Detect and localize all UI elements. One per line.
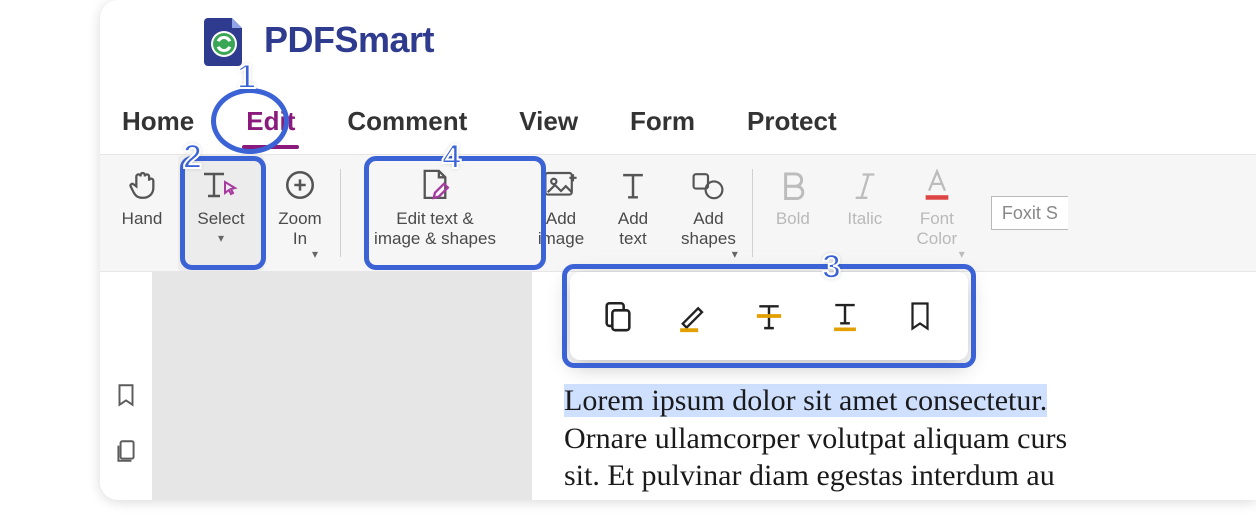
add-shapes-icon bbox=[690, 169, 726, 201]
font-color-icon bbox=[922, 168, 952, 202]
menu-comment[interactable]: Comment bbox=[343, 100, 471, 143]
chevron-down-icon: ▾ bbox=[732, 247, 738, 261]
italic-icon bbox=[851, 169, 879, 201]
callout-number-1: 1 bbox=[237, 58, 256, 97]
tool-label: Add shapes bbox=[681, 209, 736, 250]
tool-edit-text-image-shapes[interactable]: Edit text & image & shapes bbox=[345, 155, 525, 271]
select-text-icon bbox=[201, 168, 241, 202]
hand-icon bbox=[125, 168, 159, 202]
menu-view[interactable]: View bbox=[515, 100, 582, 143]
bookmark-icon[interactable] bbox=[113, 382, 139, 408]
tool-label: Zoom In bbox=[278, 209, 321, 250]
highlight-button[interactable] bbox=[666, 289, 720, 343]
tool-add-text[interactable]: Add text bbox=[597, 155, 669, 271]
tool-label: Add text bbox=[618, 209, 648, 250]
tool-font-color[interactable]: Font Color ▾ bbox=[901, 155, 973, 271]
chevron-down-icon: ▾ bbox=[959, 247, 965, 261]
thumbnails-panel bbox=[152, 272, 532, 500]
underline-button[interactable] bbox=[818, 289, 872, 343]
document-line: Ornare ullamcorper volutpat aliquam curs bbox=[564, 420, 1256, 458]
callout-number-3: 3 bbox=[822, 248, 841, 287]
chevron-down-icon: ▾ bbox=[218, 231, 224, 245]
tool-label: Italic bbox=[847, 209, 882, 229]
zoom-in-icon bbox=[283, 168, 317, 202]
tool-hand[interactable]: Hand bbox=[106, 155, 178, 271]
selection-context-toolbar bbox=[570, 272, 968, 360]
font-family-select[interactable]: Foxit S bbox=[991, 196, 1068, 230]
callout-number-2: 2 bbox=[183, 138, 202, 177]
underline-icon bbox=[828, 299, 862, 333]
tool-add-image[interactable]: Add image bbox=[525, 155, 597, 271]
left-sidebar bbox=[100, 272, 152, 500]
tool-label: Hand bbox=[122, 209, 163, 229]
tool-label: Add image bbox=[538, 209, 584, 250]
tool-label: Font Color bbox=[917, 209, 958, 250]
separator bbox=[340, 169, 341, 257]
highlight-icon bbox=[675, 298, 711, 334]
selected-text[interactable]: Lorem ipsum dolor sit amet consectetur. bbox=[564, 384, 1047, 417]
document-line: sit. Et pulvinar diam egestas interdum a… bbox=[564, 457, 1256, 495]
separator bbox=[752, 169, 753, 257]
brand-text: PDFSmart bbox=[264, 19, 434, 61]
bold-icon bbox=[778, 169, 808, 201]
add-text-icon bbox=[618, 169, 648, 201]
callout-number-4: 4 bbox=[442, 138, 461, 177]
tool-label: Select bbox=[197, 209, 244, 229]
menu-edit[interactable]: Edit bbox=[242, 100, 299, 143]
bookmark-button[interactable] bbox=[893, 289, 947, 343]
menu-form[interactable]: Form bbox=[626, 100, 699, 143]
menu-bar: Home Edit Comment View Form Protect bbox=[118, 100, 841, 143]
strikethrough-button[interactable] bbox=[742, 289, 796, 343]
ribbon: Hand Select ▾ Zoom In ▾ bbox=[100, 154, 1256, 272]
chevron-down-icon: ▾ bbox=[312, 247, 318, 261]
tool-bold[interactable]: Bold bbox=[757, 155, 829, 271]
strikethrough-icon bbox=[752, 299, 786, 333]
add-image-icon bbox=[543, 169, 579, 201]
tool-label: Bold bbox=[776, 209, 810, 229]
app-logo: PDFSmart bbox=[198, 14, 434, 66]
bookmark-icon bbox=[905, 299, 935, 333]
tool-add-shapes[interactable]: Add shapes ▾ bbox=[669, 155, 748, 271]
tool-zoom-in[interactable]: Zoom In ▾ bbox=[264, 155, 336, 271]
app-window: PDFSmart Home Edit Comment View Form Pro… bbox=[100, 0, 1256, 500]
copy-button[interactable] bbox=[591, 289, 645, 343]
tool-label: Edit text & image & shapes bbox=[374, 209, 496, 250]
menu-protect[interactable]: Protect bbox=[743, 100, 841, 143]
menu-home[interactable]: Home bbox=[118, 100, 198, 143]
pages-icon[interactable] bbox=[113, 438, 139, 464]
copy-icon bbox=[601, 299, 635, 333]
